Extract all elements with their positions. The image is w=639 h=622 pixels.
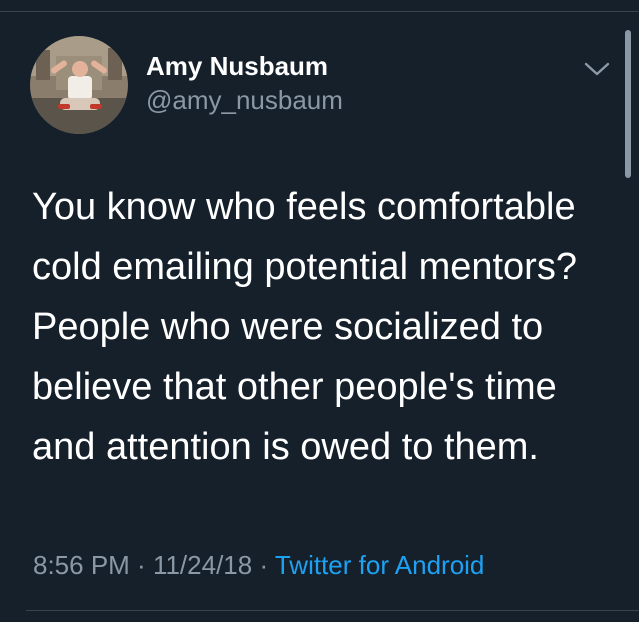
chevron-down-icon: [584, 62, 610, 76]
tweet-source-link[interactable]: Twitter for Android: [275, 550, 485, 580]
tweet-text-line: cold emailing potential mentors?: [32, 246, 577, 288]
display-name[interactable]: Amy Nusbaum: [146, 50, 328, 82]
meta-separator: ·: [129, 550, 153, 580]
meta-separator: ·: [252, 550, 275, 580]
tweet-menu-button[interactable]: [580, 55, 614, 83]
tweet-text: You know who feels comfortable cold emai…: [32, 177, 622, 477]
tweet-metadata: 8:56 PM · 11/24/18 · Twitter for Android: [33, 547, 484, 583]
user-handle[interactable]: @amy_nusbaum: [146, 84, 343, 116]
avatar[interactable]: [30, 36, 128, 134]
tweet-text-line: and attention is owed to them.: [32, 426, 539, 468]
top-divider: [0, 11, 639, 12]
profile-photo-icon: [30, 36, 128, 134]
tweet-text-line: People who were socialized to: [32, 306, 544, 348]
tweet-text-line: You know who feels comfortable: [32, 186, 576, 228]
tweet-text-line: believe that other people's time: [32, 366, 557, 408]
tweet-date: 11/24/18: [152, 550, 253, 580]
bottom-divider: [26, 610, 639, 611]
scrollbar-thumb[interactable]: [625, 30, 631, 178]
tweet-time: 8:56 PM: [33, 550, 130, 580]
